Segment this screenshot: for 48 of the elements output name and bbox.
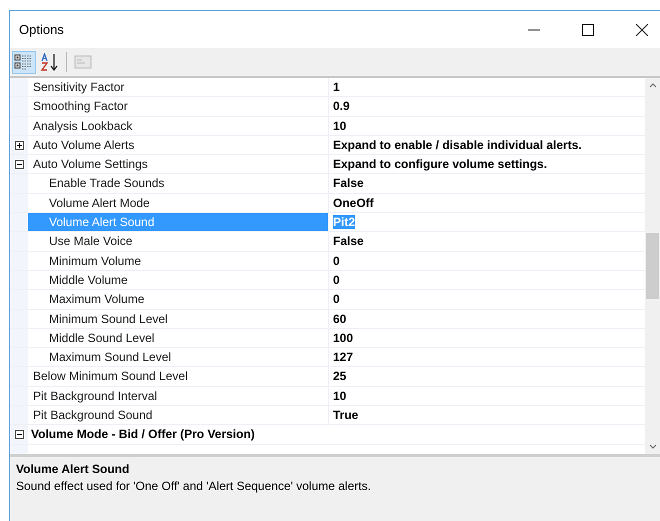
property-name[interactable]: Below Minimum Sound Level xyxy=(28,367,329,386)
property-value[interactable]: True xyxy=(333,408,358,422)
property-name[interactable]: Auto Volume Settings xyxy=(28,155,329,174)
maximize-icon[interactable] xyxy=(582,24,594,36)
property-name[interactable]: Pit Background Interval xyxy=(28,386,329,406)
property-name[interactable]: Volume Alert Mode xyxy=(28,194,329,212)
property-name[interactable]: Auto Volume Alerts xyxy=(28,136,329,154)
property-value[interactable]: Expand to configure volume settings. xyxy=(333,157,548,172)
property-name[interactable]: Sensitivity Factor xyxy=(28,78,329,96)
property-value[interactable]: Expand to enable / disable individual alerts. xyxy=(333,138,582,152)
property-name[interactable]: Analysis Lookback xyxy=(28,116,329,135)
property-value[interactable]: False xyxy=(333,176,364,190)
property-name[interactable]: Use Male Voice xyxy=(28,232,329,251)
property-name[interactable]: Middle Volume xyxy=(28,270,329,290)
property-value[interactable]: 25 xyxy=(333,369,346,384)
scroll-up-icon[interactable] xyxy=(648,82,656,88)
property-value[interactable]: 10 xyxy=(333,388,346,403)
property-value[interactable]: 0 xyxy=(333,254,340,268)
scroll-down-icon[interactable] xyxy=(648,444,656,450)
expand-icon[interactable] xyxy=(14,140,24,150)
property-name[interactable]: Maximum Sound Level xyxy=(28,348,329,366)
property-value[interactable]: 60 xyxy=(333,312,346,326)
description-text: Sound effect used for 'One Off' and 'Alert Sequence' volume alerts. xyxy=(16,478,372,495)
category-label[interactable]: Volume Mode - Bid / Offer (Pro Version) xyxy=(31,427,255,442)
description-title: Volume Alert Sound xyxy=(16,461,130,478)
property-value[interactable]: 100 xyxy=(333,330,354,345)
property-name[interactable]: Pit Background Sound xyxy=(28,406,329,424)
property-name[interactable]: Smoothing Factor xyxy=(28,97,329,116)
property-value[interactable]: False xyxy=(333,234,364,248)
property-name[interactable]: Enable Trade Sounds xyxy=(28,174,329,193)
property-name[interactable]: Middle Sound Level xyxy=(28,328,329,348)
property-value[interactable]: 127 xyxy=(333,350,354,364)
property-name[interactable]: Minimum Volume xyxy=(28,252,329,270)
property-value[interactable]: 0.9 xyxy=(333,99,350,114)
collapse-icon[interactable] xyxy=(14,160,24,169)
scrollbar-thumb[interactable] xyxy=(646,233,659,299)
property-value[interactable]: 0 xyxy=(333,292,340,306)
property-name[interactable]: Minimum Sound Level xyxy=(28,310,329,328)
window-title: Options xyxy=(18,22,65,37)
property-name[interactable]: Maximum Volume xyxy=(28,290,329,309)
categorized-button[interactable] xyxy=(12,50,36,74)
collapse-icon[interactable] xyxy=(14,430,24,439)
property-value[interactable]: OneOff xyxy=(333,196,374,210)
property-value[interactable]: 0 xyxy=(333,272,340,287)
property-value[interactable]: 1 xyxy=(333,80,340,94)
scrollbar[interactable] xyxy=(645,78,660,454)
close-icon[interactable] xyxy=(636,24,648,36)
property-value[interactable]: 10 xyxy=(333,118,346,133)
